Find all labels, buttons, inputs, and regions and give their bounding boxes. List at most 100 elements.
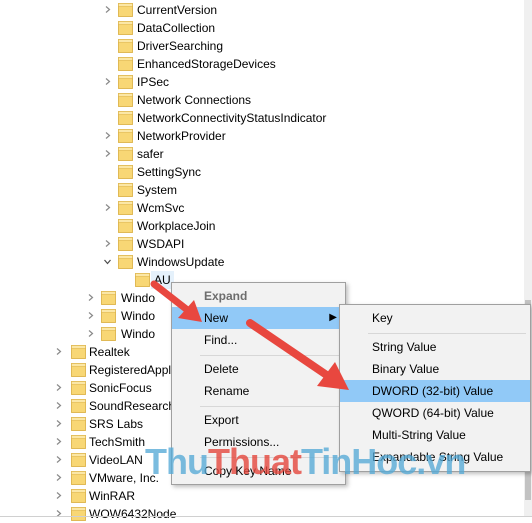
- chevron-right-icon[interactable]: [104, 132, 111, 139]
- tree-item-label: WcmSvc: [137, 201, 185, 215]
- menu-item-rename[interactable]: Rename: [172, 380, 345, 402]
- tree-item-label: NetworkConnectivityStatusIndicator: [137, 111, 327, 125]
- tree-item-label: Windo: [121, 291, 156, 305]
- menu-item-find[interactable]: Find...: [172, 329, 345, 351]
- tree-item[interactable]: safer: [0, 145, 524, 163]
- menu-item-expand[interactable]: Expand: [172, 285, 345, 307]
- chevron-right-icon[interactable]: [55, 384, 62, 391]
- tree-item[interactable]: EnhancedStorageDevices: [0, 55, 524, 73]
- chevron-right-icon[interactable]: [87, 330, 94, 337]
- submenu-item-binary-value[interactable]: Binary Value: [340, 358, 530, 380]
- submenu-item-string-value[interactable]: String Value: [340, 336, 530, 358]
- submenu-item-key[interactable]: Key: [340, 307, 530, 329]
- tree-item[interactable]: WindowsUpdate: [0, 253, 524, 271]
- menu-item-permissions[interactable]: Permissions...: [172, 431, 345, 453]
- tree-item-label: safer: [137, 147, 164, 161]
- tree-item-label: SonicFocus: [89, 381, 152, 395]
- tree-item-label: CurrentVersion: [137, 3, 218, 17]
- folder-icon: [118, 200, 133, 215]
- menu-item-label: Multi-String Value: [372, 428, 466, 442]
- menu-item-label: Binary Value: [372, 362, 440, 376]
- folder-icon: [118, 254, 133, 269]
- chevron-right-icon[interactable]: [104, 150, 111, 157]
- folder-icon: [118, 56, 133, 71]
- menu-item-label: String Value: [372, 340, 437, 354]
- tree-item[interactable]: WOW6432Node: [0, 505, 524, 523]
- tree-item[interactable]: SettingSync: [0, 163, 524, 181]
- menu-separator: [200, 457, 341, 458]
- folder-icon: [71, 470, 86, 485]
- folder-icon: [118, 218, 133, 233]
- chevron-right-icon[interactable]: [55, 456, 62, 463]
- menu-item-copy-key-name[interactable]: Copy Key Name: [172, 460, 345, 482]
- chevron-right-icon[interactable]: [55, 492, 62, 499]
- tree-item[interactable]: DriverSearching: [0, 37, 524, 55]
- menu-separator: [200, 406, 341, 407]
- folder-icon: [71, 344, 86, 359]
- submenu-item-multi-string-value[interactable]: Multi-String Value: [340, 424, 530, 446]
- tree-item[interactable]: System: [0, 181, 524, 199]
- folder-icon: [118, 128, 133, 143]
- chevron-right-icon[interactable]: [87, 312, 94, 319]
- menu-item-delete[interactable]: Delete: [172, 358, 345, 380]
- tree-item[interactable]: WSDAPI: [0, 235, 524, 253]
- tree-item[interactable]: WcmSvc: [0, 199, 524, 217]
- tree-item-label: SettingSync: [137, 165, 202, 179]
- menu-item-label: Delete: [204, 362, 239, 376]
- chevron-right-icon[interactable]: [55, 348, 62, 355]
- folder-icon: [71, 362, 86, 377]
- submenu-arrow-icon: ▶: [329, 312, 337, 323]
- chevron-right-icon[interactable]: [104, 240, 111, 247]
- submenu-item-expandable-string-value[interactable]: Expandable String Value: [340, 446, 530, 468]
- tree-item-label: Windo: [121, 327, 156, 341]
- menu-item-new[interactable]: New ▶: [172, 307, 345, 329]
- tree-item[interactable]: NetworkConnectivityStatusIndicator: [0, 109, 524, 127]
- tree-item[interactable]: WorkplaceJoin: [0, 217, 524, 235]
- tree-item-label: VMware, Inc.: [89, 471, 160, 485]
- tree-item-label: Realtek: [89, 345, 130, 359]
- tree-item-label: WinRAR: [89, 489, 136, 503]
- menu-item-label: Export: [204, 413, 239, 427]
- tree-item-label: WorkplaceJoin: [137, 219, 216, 233]
- tree-item-label: EnhancedStorageDevices: [137, 57, 276, 71]
- folder-icon: [71, 380, 86, 395]
- tree-item-label: WindowsUpdate: [137, 255, 225, 269]
- chevron-right-icon[interactable]: [55, 420, 62, 427]
- submenu-item-qword-value[interactable]: QWORD (64-bit) Value: [340, 402, 530, 424]
- tree-item-label: IPSec: [137, 75, 170, 89]
- tree-item[interactable]: WinRAR: [0, 487, 524, 505]
- tree-item-label: SRS Labs: [89, 417, 144, 431]
- tree-item[interactable]: IPSec: [0, 73, 524, 91]
- chevron-down-icon[interactable]: [104, 258, 111, 265]
- chevron-right-icon[interactable]: [55, 402, 62, 409]
- chevron-right-icon[interactable]: [104, 78, 111, 85]
- chevron-right-icon[interactable]: [104, 204, 111, 211]
- submenu-item-dword-value[interactable]: DWORD (32-bit) Value: [340, 380, 530, 402]
- chevron-right-icon[interactable]: [55, 438, 62, 445]
- tree-item-label: SoundResearch: [89, 399, 176, 413]
- tree-item[interactable]: DataCollection: [0, 19, 524, 37]
- folder-icon: [71, 416, 86, 431]
- menu-item-label: Permissions...: [204, 435, 280, 449]
- folder-icon: [118, 146, 133, 161]
- menu-item-label: DWORD (32-bit) Value: [372, 384, 494, 398]
- chevron-right-icon[interactable]: [87, 294, 94, 301]
- folder-icon: [118, 236, 133, 251]
- folder-icon: [101, 290, 116, 305]
- chevron-right-icon[interactable]: [104, 6, 111, 13]
- folder-icon: [71, 488, 86, 503]
- tree-item-label: DriverSearching: [137, 39, 224, 53]
- folder-icon: [71, 398, 86, 413]
- context-menu: Expand New ▶ Find... Delete Rename Expor…: [171, 282, 346, 485]
- menu-item-export[interactable]: Export: [172, 409, 345, 431]
- folder-icon: [101, 308, 116, 323]
- menu-item-label: QWORD (64-bit) Value: [372, 406, 494, 420]
- menu-item-label: Expandable String Value: [372, 450, 504, 464]
- tree-item-label: TechSmith: [89, 435, 146, 449]
- tree-item[interactable]: CurrentVersion: [0, 1, 524, 19]
- tree-item[interactable]: Network Connections: [0, 91, 524, 109]
- folder-icon: [118, 182, 133, 197]
- chevron-right-icon[interactable]: [55, 474, 62, 481]
- folder-icon: [118, 20, 133, 35]
- tree-item[interactable]: NetworkProvider: [0, 127, 524, 145]
